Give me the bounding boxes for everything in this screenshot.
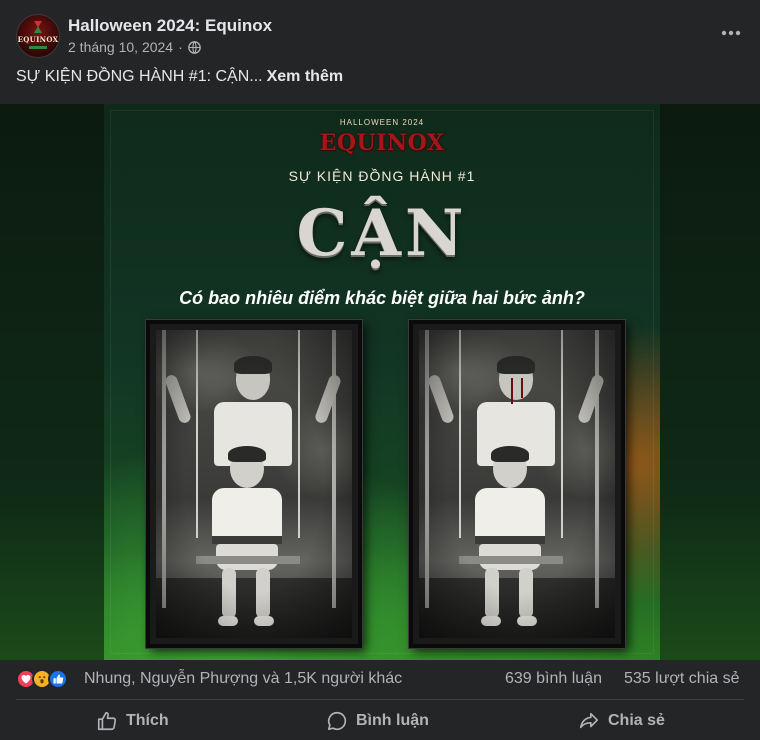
post-media[interactable]: HALLOWEEN 2024 EQUINOX SỰ KIỆN ĐỒNG HÀNH… bbox=[0, 104, 760, 660]
post-meta: 2 tháng 10, 2024 · bbox=[68, 39, 201, 55]
photo-scene bbox=[419, 330, 615, 638]
media-letterbox-right bbox=[660, 104, 760, 660]
shares-count[interactable]: 535 lượt chia sẻ bbox=[624, 670, 739, 688]
reactions-bar: Nhung, Nguyễn Phượng và 1,5K người khác … bbox=[0, 660, 760, 698]
poster-title: CẬN bbox=[296, 196, 468, 271]
page-name[interactable]: Halloween 2024: Equinox bbox=[68, 16, 272, 36]
post-actions: Thích Bình luận Chia sẻ bbox=[0, 702, 760, 740]
post-header: EQUINOX Halloween 2024: Equinox 2 tháng … bbox=[0, 0, 760, 64]
like-reaction-icon bbox=[48, 669, 68, 689]
share-label: Chia sẻ bbox=[608, 712, 665, 729]
media-letterbox-left bbox=[0, 104, 104, 660]
poster-top-line: HALLOWEEN 2024 bbox=[339, 118, 425, 127]
meta-separator: · bbox=[178, 39, 183, 55]
event-poster-image[interactable]: HALLOWEEN 2024 EQUINOX SỰ KIỆN ĐỒNG HÀNH… bbox=[104, 104, 660, 660]
actions-divider bbox=[16, 699, 744, 700]
vintage-photo-left bbox=[146, 320, 362, 648]
reaction-icons[interactable] bbox=[16, 669, 76, 689]
photo-scene bbox=[156, 330, 352, 638]
poster-logo: EQUINOX bbox=[319, 130, 445, 156]
like-button[interactable]: Thích bbox=[96, 702, 169, 740]
more-dots-icon bbox=[721, 30, 741, 36]
reactions-summary[interactable]: Nhung, Nguyễn Phượng và 1,5K người khác bbox=[84, 670, 402, 688]
poster-event-line: SỰ KIỆN ĐỒNG HÀNH #1 bbox=[288, 168, 476, 184]
see-more-link[interactable]: Xem thêm bbox=[267, 68, 343, 85]
post-date[interactable]: 2 tháng 10, 2024 bbox=[68, 39, 173, 55]
vintage-photo-right bbox=[409, 320, 625, 648]
comment-label: Bình luận bbox=[356, 712, 429, 729]
logo-base-decoration bbox=[29, 46, 47, 49]
thumbs-up-icon bbox=[97, 711, 117, 731]
share-button[interactable]: Chia sẻ bbox=[578, 702, 665, 740]
photo-vignette bbox=[156, 330, 352, 638]
page-avatar[interactable]: EQUINOX bbox=[16, 14, 60, 58]
comments-count[interactable]: 639 bình luận bbox=[505, 670, 602, 688]
post-text-body: SỰ KIỆN ĐỒNG HÀNH #1: CẬN... bbox=[16, 68, 263, 85]
more-options-button[interactable] bbox=[716, 18, 746, 48]
globe-icon[interactable] bbox=[187, 40, 201, 54]
share-arrow-icon bbox=[579, 712, 599, 729]
comment-bubble-icon bbox=[327, 711, 347, 731]
comment-button[interactable]: Bình luận bbox=[326, 702, 429, 740]
like-label: Thích bbox=[126, 712, 169, 729]
photo-vignette bbox=[419, 330, 615, 638]
post-text: SỰ KIỆN ĐỒNG HÀNH #1: CẬN... Xem thêm bbox=[16, 68, 343, 86]
poster-question: Có bao nhiêu điểm khác biệt giữa hai bức… bbox=[179, 288, 585, 308]
avatar-logo-text: EQUINOX bbox=[17, 35, 59, 44]
hourglass-logo-icon bbox=[34, 21, 42, 33]
